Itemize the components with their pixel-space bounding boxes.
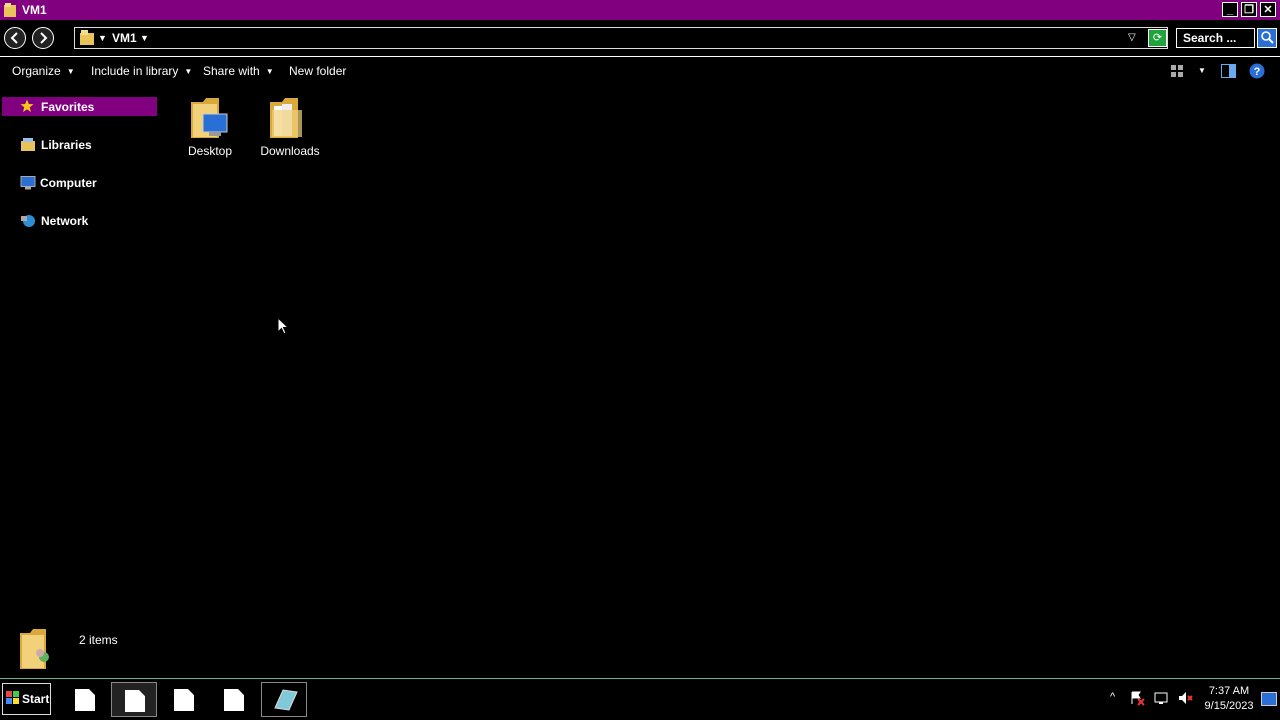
explorer-icon — [274, 689, 298, 711]
folder-label: Downloads — [260, 144, 320, 158]
folder-icon — [80, 30, 94, 45]
search-button[interactable] — [1257, 28, 1277, 48]
network-icon — [21, 215, 35, 227]
share-with-label: Share with — [203, 64, 260, 78]
nav-item-label: Favorites — [41, 100, 95, 114]
search-placeholder: Search ... — [1183, 31, 1237, 45]
new-folder-button[interactable]: New folder — [289, 64, 346, 78]
clock-date[interactable]: 9/15/2023 — [1200, 700, 1258, 712]
nav-item-label: Libraries — [41, 138, 92, 152]
include-in-library-label: Include in library — [91, 64, 179, 78]
folder-item-downloads[interactable]: Downloads — [250, 94, 330, 160]
forward-button[interactable] — [32, 27, 54, 49]
folder-users-icon — [20, 629, 49, 669]
search-icon — [1261, 31, 1274, 44]
windows-logo-icon — [6, 691, 19, 704]
back-arrow-icon — [10, 32, 18, 44]
title-bar[interactable] — [0, 0, 1280, 20]
refresh-button[interactable]: ⟳ — [1148, 29, 1167, 47]
help-icon[interactable]: ? — [1249, 63, 1265, 79]
clock-time[interactable]: 7:37 AM — [1204, 685, 1254, 697]
network-tray-icon[interactable] — [1153, 690, 1169, 706]
address-bar[interactable] — [74, 27, 1168, 49]
chevron-down-icon[interactable]: ▼ — [140, 33, 149, 43]
taskbar-item-explorer[interactable] — [261, 682, 307, 717]
nav-item-label: Computer — [40, 176, 97, 190]
folder-label: Desktop — [187, 144, 233, 158]
nav-item-label: Network — [41, 214, 89, 228]
include-in-library-menu[interactable]: Include in library ▼ — [91, 64, 192, 78]
caret-down-icon: ▼ — [66, 67, 75, 77]
folder-icon — [4, 3, 16, 17]
back-button[interactable] — [4, 27, 26, 49]
show-desktop-icon[interactable] — [1261, 692, 1277, 706]
chevron-down-icon[interactable]: ▼ — [98, 33, 107, 43]
document-icon — [174, 689, 194, 711]
caret-down-icon: ▼ — [265, 67, 274, 77]
star-icon — [20, 99, 34, 112]
share-with-menu[interactable]: Share with ▼ — [203, 64, 274, 78]
restore-button[interactable]: ❐ — [1241, 2, 1257, 17]
forward-arrow-icon — [40, 32, 48, 44]
mouse-cursor-icon — [277, 317, 289, 335]
downloads-folder-icon — [270, 98, 302, 138]
address-path-segment[interactable]: VM1 — [112, 31, 137, 45]
window-title: VM1 — [22, 3, 47, 17]
volume-muted-icon[interactable] — [1177, 690, 1193, 706]
address-dropdown-icon[interactable]: ▽ — [1128, 32, 1136, 43]
view-dropdown-icon[interactable]: ▼ — [1198, 66, 1206, 75]
show-hidden-icons-icon[interactable]: ^ — [1110, 691, 1115, 703]
computer-icon — [20, 176, 36, 190]
view-options-icon[interactable] — [1170, 64, 1184, 78]
taskbar-item-active[interactable] — [111, 682, 157, 717]
preview-pane-icon[interactable] — [1221, 64, 1236, 78]
status-item-count: 2 items — [79, 633, 118, 647]
document-icon — [224, 689, 244, 711]
start-label: Start — [22, 692, 50, 706]
organize-menu[interactable]: Organize ▼ — [12, 64, 75, 78]
action-center-flag-icon[interactable] — [1129, 690, 1145, 706]
caret-down-icon: ▼ — [184, 67, 193, 77]
close-button[interactable]: ✕ — [1260, 2, 1276, 17]
minimize-button[interactable]: _ — [1222, 2, 1238, 17]
refresh-icon: ⟳ — [1152, 32, 1163, 44]
taskbar-item[interactable] — [211, 682, 257, 717]
folder-item-desktop[interactable]: Desktop — [170, 94, 250, 160]
svg-text:?: ? — [1254, 66, 1261, 78]
organize-label: Organize — [12, 64, 61, 78]
library-icon — [21, 138, 35, 151]
desktop-folder-icon — [191, 98, 228, 138]
taskbar-item[interactable] — [161, 682, 207, 717]
document-icon — [125, 690, 145, 712]
document-icon — [75, 689, 95, 711]
taskbar-item[interactable] — [62, 682, 108, 717]
